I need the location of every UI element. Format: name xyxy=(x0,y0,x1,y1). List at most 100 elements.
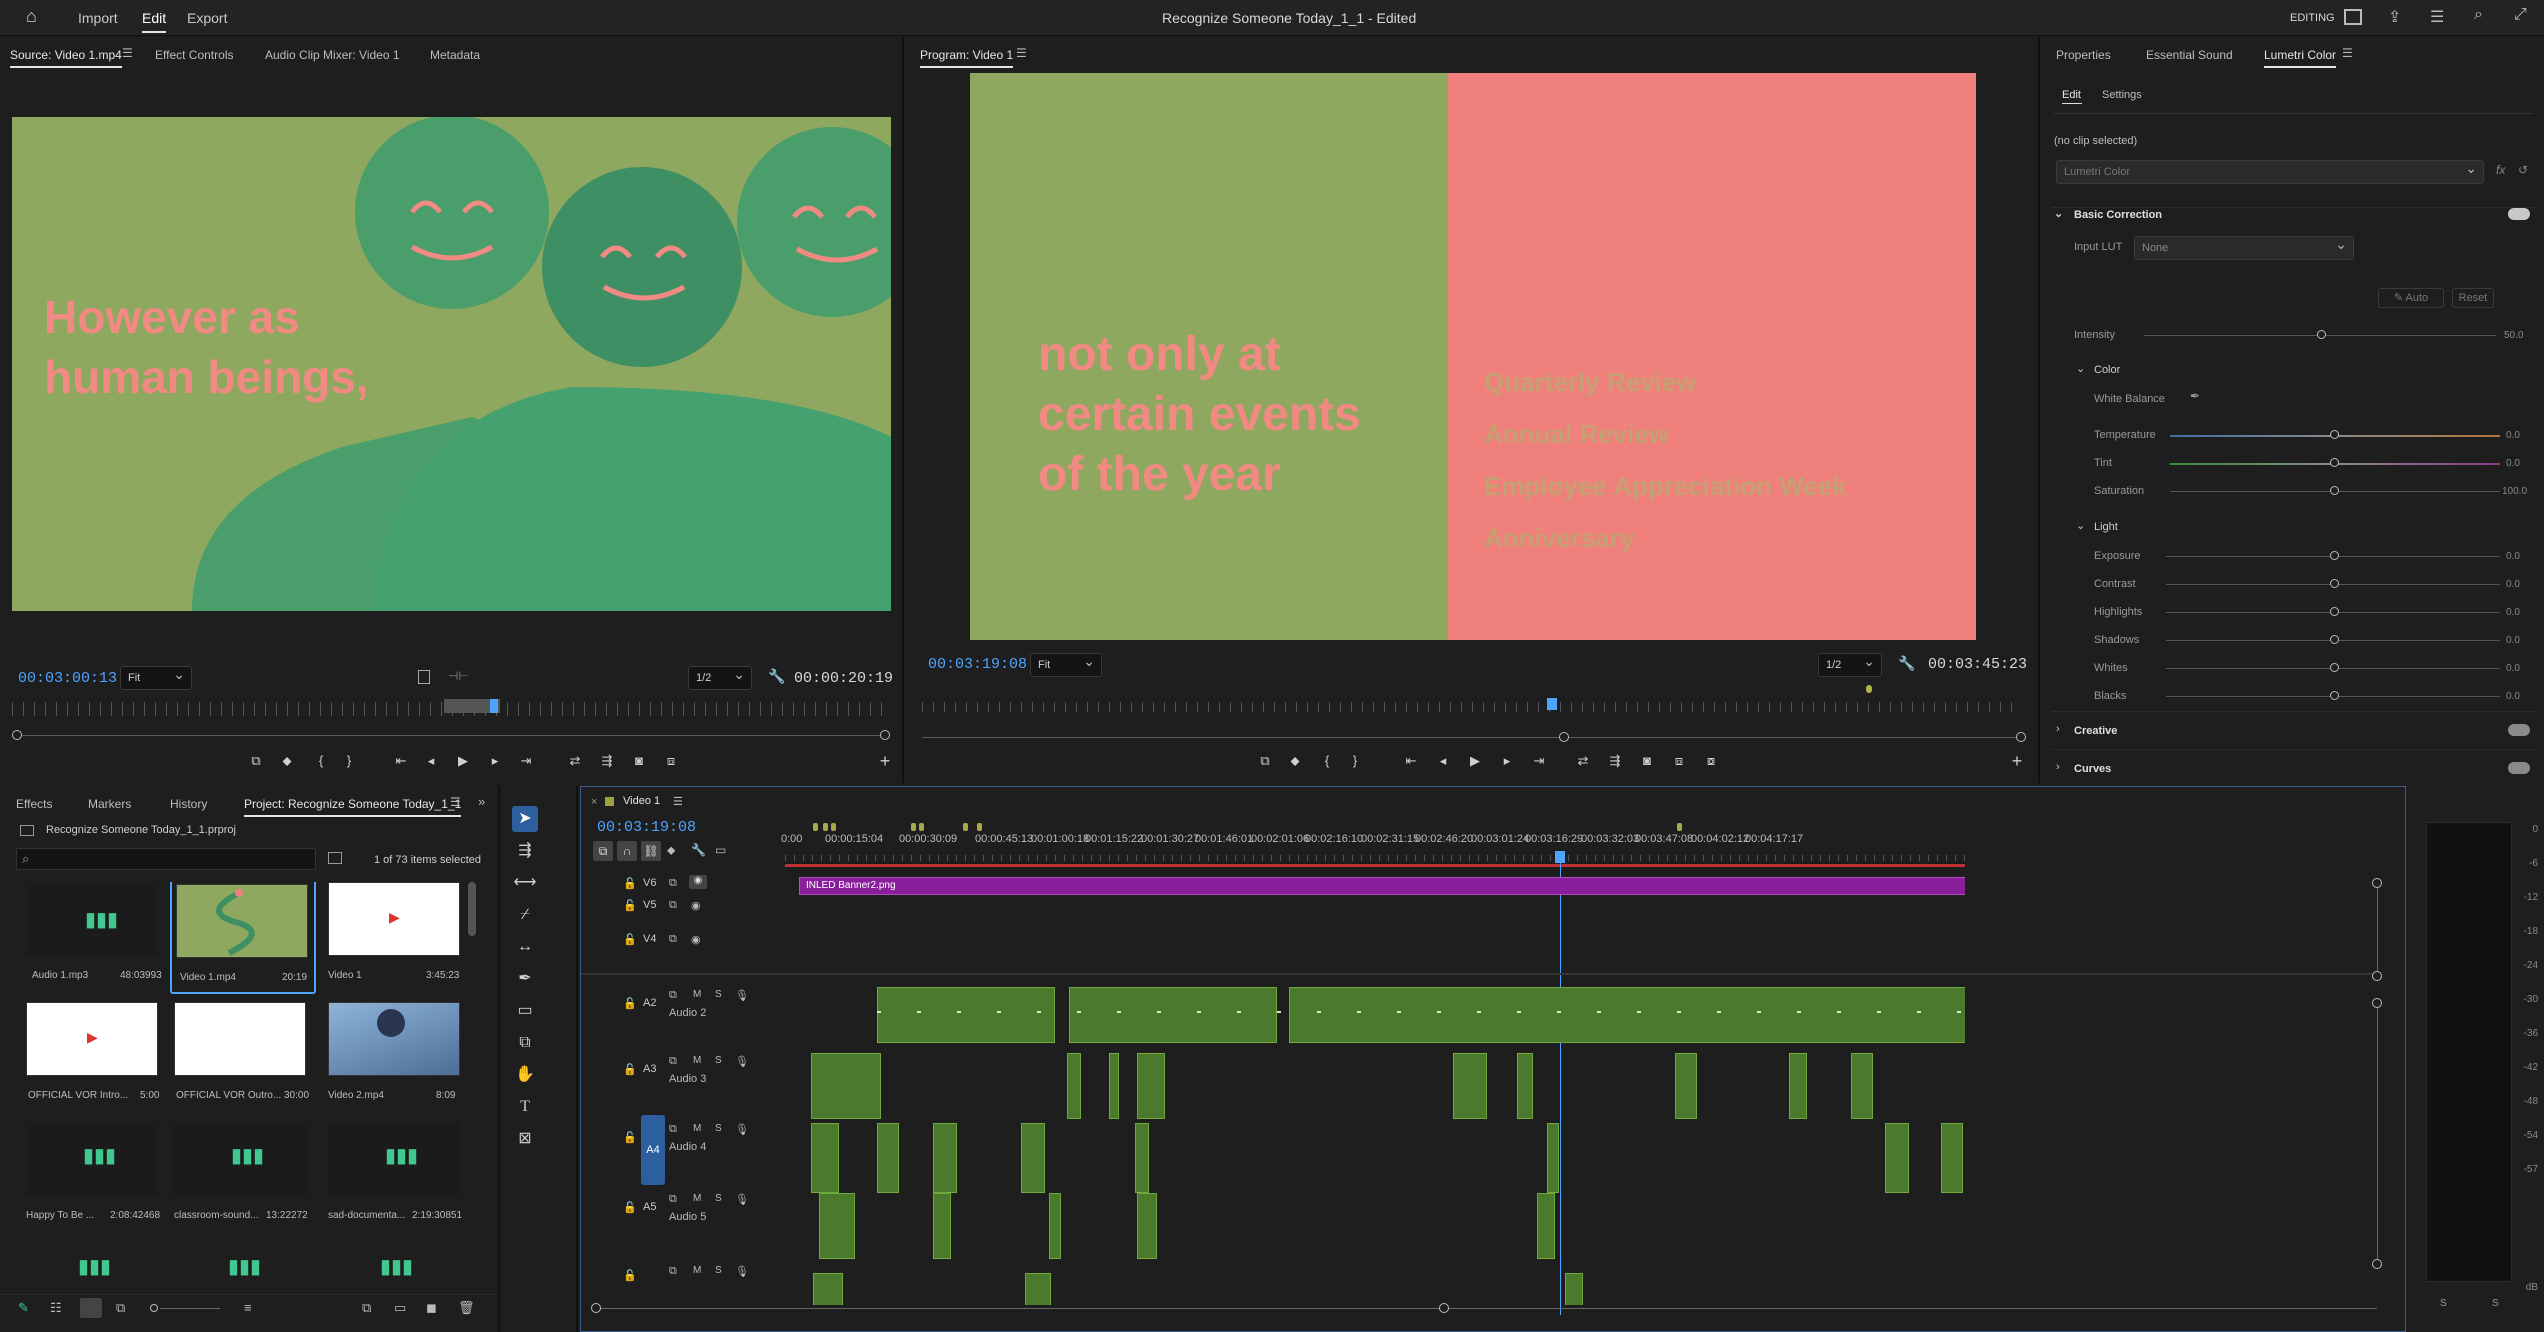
eye-icon[interactable]: ◉ xyxy=(691,933,701,946)
mic-icon[interactable]: 🎙 xyxy=(735,1193,749,1206)
insert-nest-icon[interactable]: ⧉ xyxy=(593,841,613,861)
light-section-title[interactable]: Light xyxy=(2094,521,2118,533)
mute-button[interactable]: M xyxy=(693,1123,701,1134)
audio-clip[interactable] xyxy=(819,1193,855,1259)
menu-icon[interactable]: ☰ xyxy=(2430,7,2444,27)
blacks-value[interactable]: 0.0 xyxy=(2506,691,2520,702)
program-zoom-bar[interactable] xyxy=(922,737,2022,738)
color-section-title[interactable]: Color xyxy=(2094,364,2120,376)
audio-clip[interactable] xyxy=(933,1193,951,1259)
program-fit-dropdown[interactable]: Fit xyxy=(1030,650,1102,677)
fullscreen-icon[interactable]: ⤢ xyxy=(2514,6,2527,24)
audio-clip[interactable] xyxy=(1021,1123,1045,1193)
play-button[interactable]: ▶ xyxy=(452,750,474,772)
audio-waveform-icon[interactable]: ▮▮▮ xyxy=(380,1254,413,1279)
track-label[interactable]: A3 xyxy=(643,1063,656,1075)
audio-waveform-icon[interactable]: ▮▮▮ xyxy=(78,1254,111,1279)
new-bin-search-icon[interactable] xyxy=(328,852,342,864)
audio-clip[interactable] xyxy=(1885,1123,1909,1193)
lock-icon[interactable]: 🔓 xyxy=(623,1269,637,1282)
captions-icon[interactable]: ▭ xyxy=(715,843,726,857)
program-zoom-end[interactable] xyxy=(2016,732,2026,742)
track-label[interactable]: V5 xyxy=(643,899,656,911)
lumetri-menu-icon[interactable]: ☰ xyxy=(2342,46,2353,60)
project-item[interactable]: ▶ Video 1 3:45:23 xyxy=(324,882,464,992)
timeline-marker[interactable] xyxy=(919,823,924,831)
source-zoom-start[interactable] xyxy=(12,730,22,740)
sync-icon[interactable]: ⧉ xyxy=(669,899,677,912)
mute-button[interactable]: M xyxy=(693,1055,701,1066)
audio-clip[interactable] xyxy=(1789,1053,1807,1119)
program-trim-button[interactable]: ⧇ xyxy=(1700,750,1722,772)
project-item[interactable]: ▮▮▮ classroom-sound... 13:22272 xyxy=(174,1122,314,1232)
solo-button[interactable]: S xyxy=(715,1123,722,1134)
pen-tool-icon[interactable]: ✒ xyxy=(512,966,538,992)
program-mark-in-button[interactable]: { xyxy=(1316,750,1338,772)
razor-tool-icon[interactable]: ⌿ xyxy=(512,902,538,928)
audio-clip[interactable] xyxy=(1137,1053,1165,1119)
intensity-value[interactable]: 50.0 xyxy=(2504,330,2523,341)
source-quality-dropdown[interactable]: 1/2 xyxy=(688,663,752,690)
lock-icon[interactable]: 🔓 xyxy=(623,1201,637,1214)
add-button[interactable]: + xyxy=(874,750,896,772)
settings-icon[interactable] xyxy=(418,670,430,684)
solo-left[interactable]: S xyxy=(2440,1298,2447,1309)
program-play-button[interactable]: ▶ xyxy=(1464,750,1486,772)
solo-button[interactable]: S xyxy=(715,1055,722,1066)
intensity-knob[interactable] xyxy=(2317,330,2326,339)
source-timecode[interactable]: 00:03:00:13 xyxy=(18,670,117,687)
highlights-value[interactable]: 0.0 xyxy=(2506,607,2520,618)
lock-icon[interactable]: 🔓 xyxy=(623,1063,637,1076)
program-export-frame-button[interactable]: ◙ xyxy=(1636,750,1658,772)
lock-icon[interactable]: 🔓 xyxy=(623,899,637,912)
sequence-menu-icon[interactable]: ☰ xyxy=(673,795,683,808)
program-step-forward-button[interactable]: ▸ xyxy=(1496,750,1518,772)
audio-clip[interactable] xyxy=(877,1123,899,1193)
audio-clip[interactable] xyxy=(1067,1053,1081,1119)
timeline-marker[interactable] xyxy=(823,823,828,831)
creative-chevron-icon[interactable]: › xyxy=(2056,723,2060,735)
program-ruler[interactable] xyxy=(922,702,2022,712)
temperature-knob[interactable] xyxy=(2330,430,2339,439)
solo-button[interactable]: S xyxy=(715,1193,722,1204)
track-target-a4[interactable]: A4 xyxy=(641,1115,665,1185)
basic-correction-title[interactable]: Basic Correction xyxy=(2074,209,2162,221)
source-zoom-end[interactable] xyxy=(880,730,890,740)
audio-clip[interactable] xyxy=(1049,1193,1061,1259)
project-scrollbar[interactable] xyxy=(468,882,476,936)
mark-in-button[interactable]: { xyxy=(310,750,332,772)
step-forward-button[interactable]: ▸ xyxy=(484,750,506,772)
tab-program[interactable]: Program: Video 1 xyxy=(920,37,1014,73)
zoom-slider[interactable] xyxy=(160,1308,220,1309)
project-item[interactable]: ▮▮▮ sad-documenta... 2:19:30851 xyxy=(324,1122,476,1232)
remix-tool-icon[interactable]: ⊠ xyxy=(512,1126,538,1152)
saturation-knob[interactable] xyxy=(2330,486,2339,495)
audio-clip[interactable] xyxy=(1069,987,1277,1043)
hscroll-end[interactable] xyxy=(1439,1303,1449,1313)
project-item[interactable]: ▶ OFFICIAL VOR Intro... 5:00 xyxy=(22,1002,162,1112)
lift-button[interactable]: ⧉ xyxy=(1254,750,1276,772)
project-item[interactable]: Video 2.mp4 8:09 xyxy=(324,1002,464,1112)
timeline-settings-icon[interactable]: 🔧 xyxy=(691,843,706,857)
fx-icon[interactable]: fx xyxy=(2496,163,2505,177)
tint-value[interactable]: 0.0 xyxy=(2506,458,2520,469)
new-item-icon[interactable]: ◼ xyxy=(426,1300,437,1316)
tab-effects[interactable]: Effects xyxy=(16,786,52,822)
project-menu-icon[interactable]: ☰ xyxy=(450,795,461,809)
project-item-selected[interactable]: Video 1.mp4 20:19 xyxy=(170,882,316,994)
mic-icon[interactable]: 🎙 xyxy=(735,1265,749,1278)
program-marker-button[interactable]: ⬥ xyxy=(1284,750,1306,772)
track-label[interactable]: V4 xyxy=(643,933,656,945)
curves-toggle[interactable] xyxy=(2508,762,2530,774)
source-fit-dropdown[interactable]: Fit xyxy=(120,663,192,690)
program-menu-icon[interactable]: ☰ xyxy=(1016,46,1027,60)
sync-icon[interactable]: ⧉ xyxy=(669,1123,677,1136)
subtab-settings[interactable]: Settings xyxy=(2102,89,2142,101)
insert-clip-button[interactable]: ⇄ xyxy=(564,750,586,772)
close-sequence-icon[interactable]: × xyxy=(591,796,597,808)
audio-clip[interactable] xyxy=(1675,1053,1697,1119)
step-back-button[interactable]: ◂ xyxy=(420,750,442,772)
audio-clip[interactable] xyxy=(1851,1053,1873,1119)
lumetri-effect-dropdown[interactable]: Lumetri Color xyxy=(2056,157,2484,184)
mic-icon[interactable]: 🎙 xyxy=(735,1055,749,1068)
